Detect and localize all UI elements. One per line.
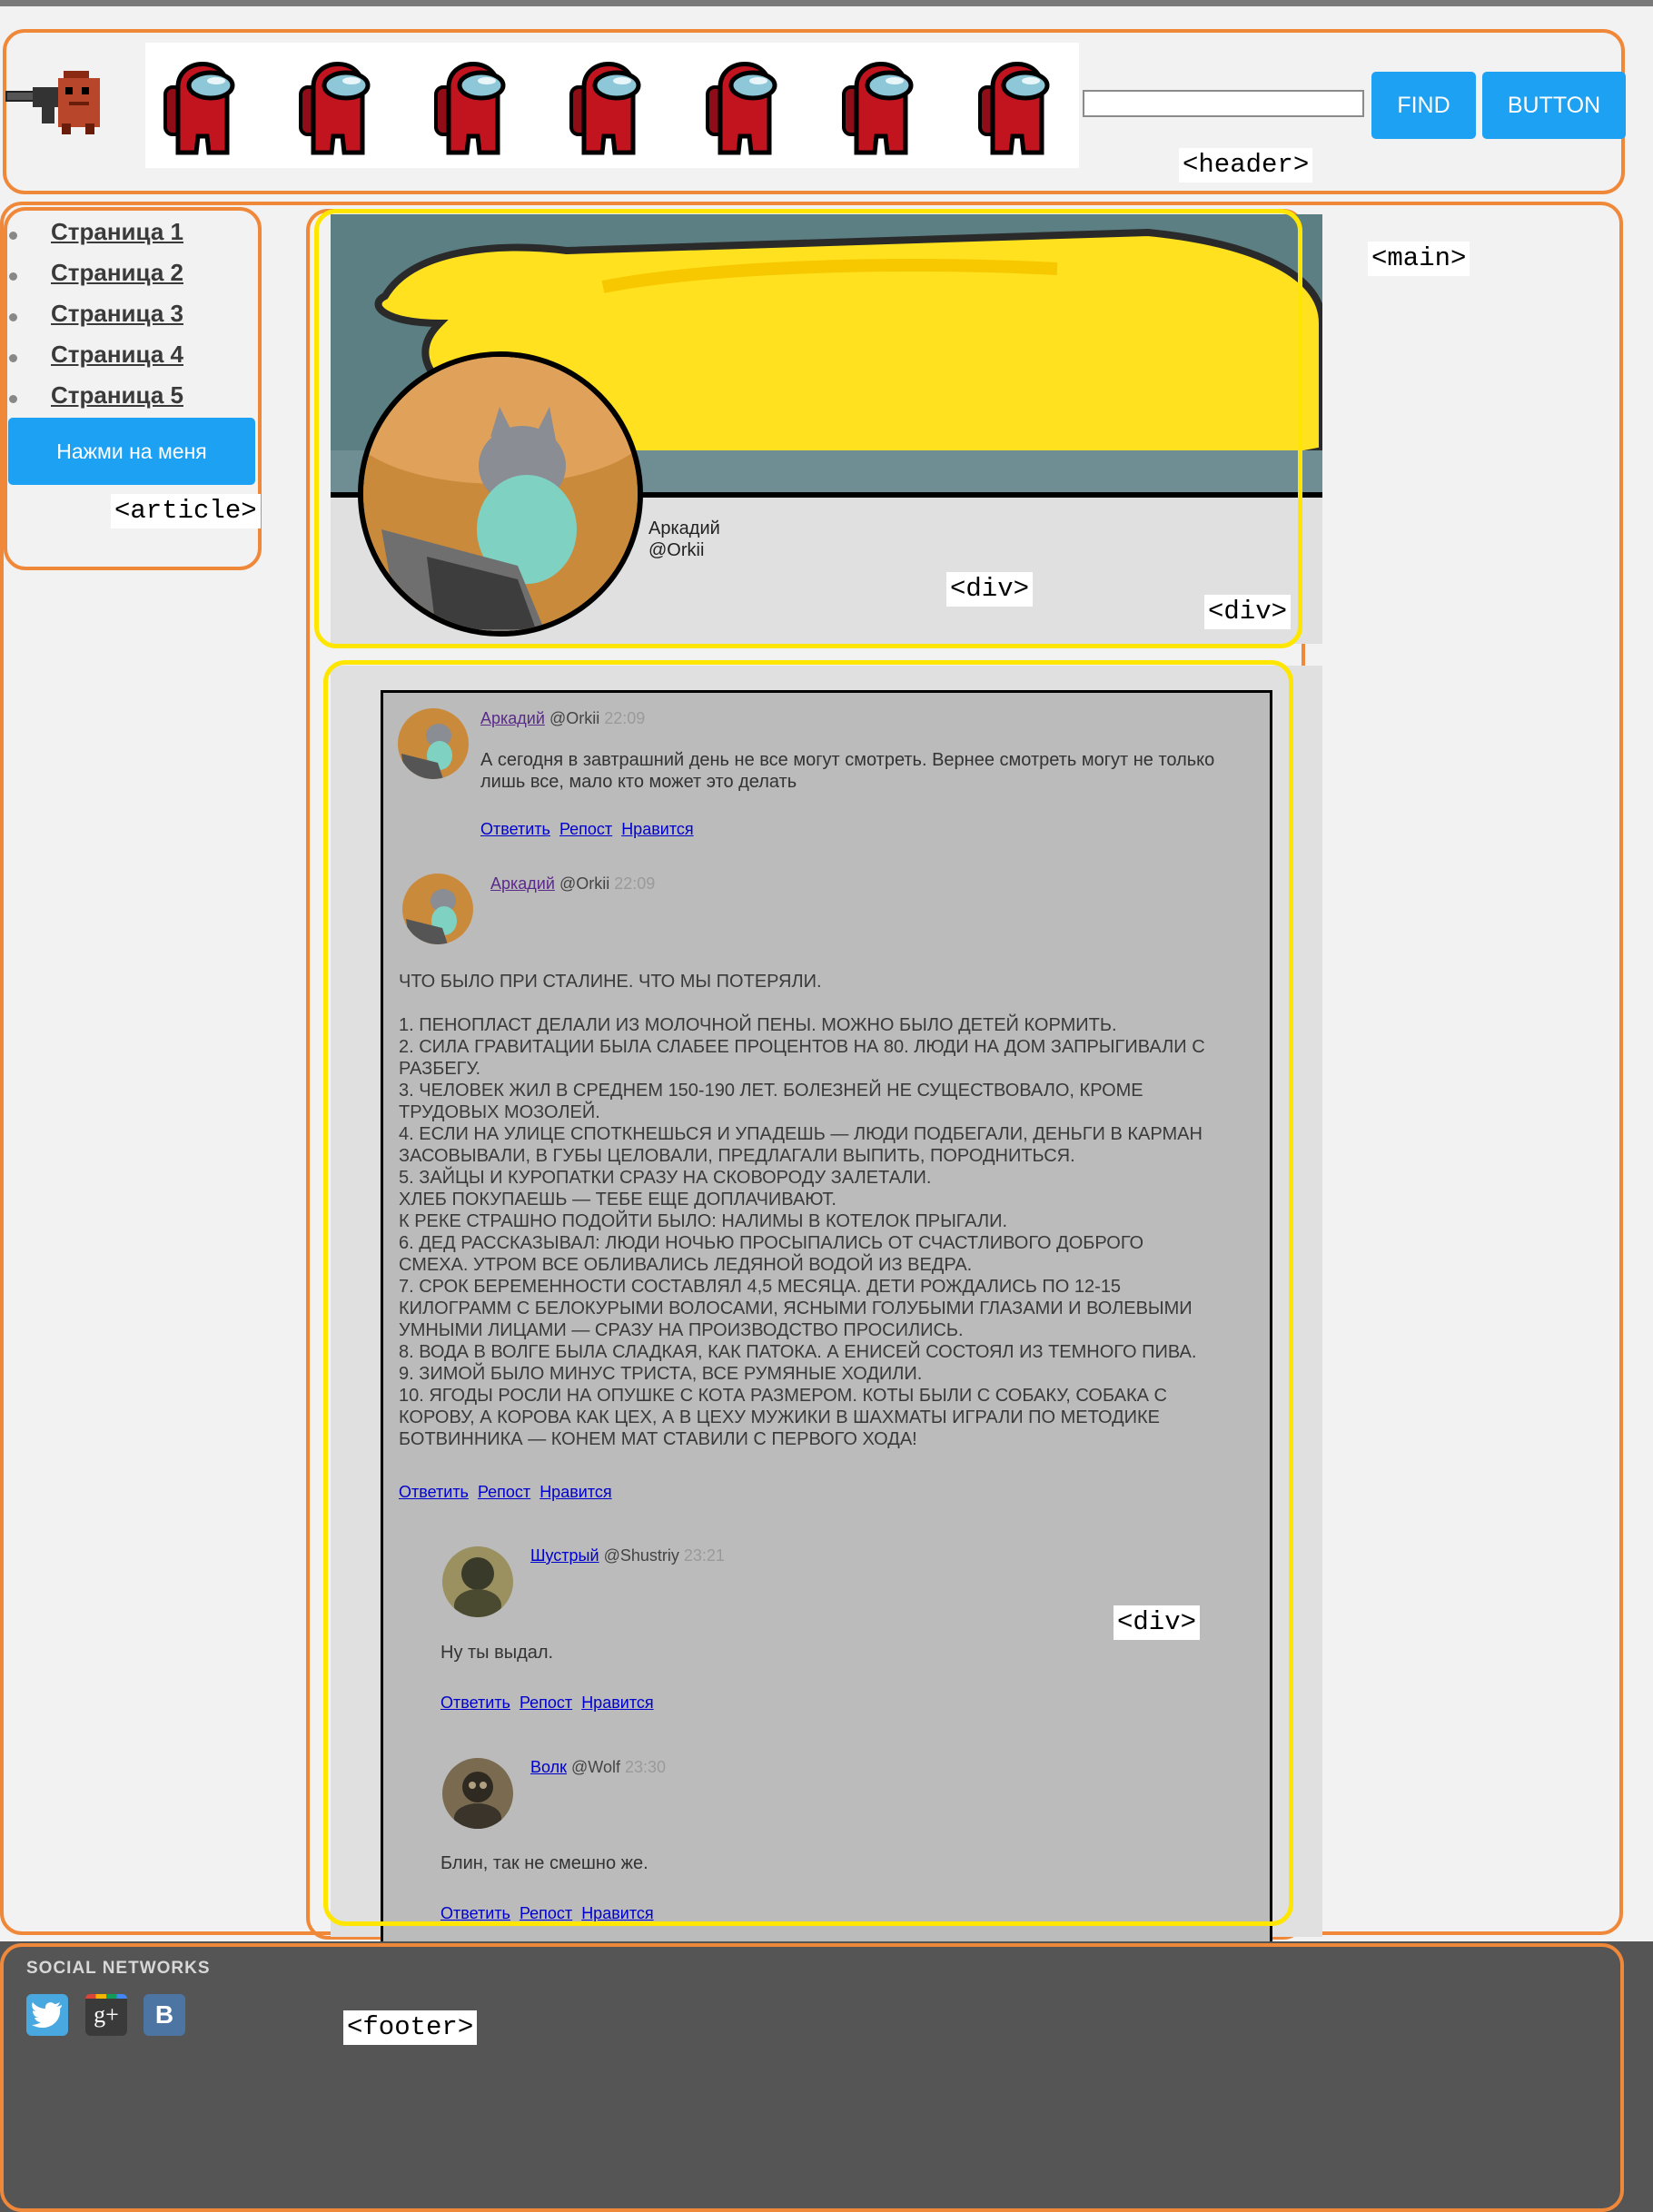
find-button[interactable]: FIND: [1371, 72, 1476, 139]
amongus-banner-strip: [145, 43, 1079, 168]
twitter-icon[interactable]: [26, 1994, 68, 2036]
profile-outer-div-tag: <div>: [1204, 595, 1292, 629]
bullet-icon: [9, 272, 17, 281]
crewmate-icon: [299, 62, 371, 155]
generic-button[interactable]: BUTTON: [1482, 72, 1626, 139]
header-tag-label: <header>: [1179, 148, 1313, 183]
bullet-icon: [9, 232, 17, 240]
profile-inner-div-tag: <div>: [946, 572, 1034, 607]
bullet-icon: [9, 313, 17, 321]
crewmate-icon: [569, 62, 641, 155]
crewmate-icon: [842, 62, 914, 155]
bullet-icon: [9, 354, 17, 362]
main-tag-label: <main>: [1368, 242, 1470, 276]
footer-tag-label: <footer>: [343, 2010, 478, 2045]
footer-outline: [0, 1943, 1624, 2212]
crewmate-icon: [434, 62, 506, 155]
sidebar-link[interactable]: Страница 2: [51, 259, 183, 287]
footer-title: SOCIAL NETWORKS: [26, 1959, 211, 1978]
sidebar-link[interactable]: Страница 4: [51, 341, 183, 369]
press-me-button[interactable]: Нажми на меня: [8, 418, 255, 485]
profile-div-outline: [314, 209, 1302, 648]
crewmate-icon: [706, 62, 777, 155]
feed-div-tag: <div>: [1114, 1605, 1201, 1640]
sidebar-link[interactable]: Страница 1: [51, 218, 183, 246]
search-input[interactable]: [1083, 90, 1364, 117]
crewmate-icon: [163, 62, 235, 155]
sidebar-link[interactable]: Страница 3: [51, 300, 183, 328]
bullet-icon: [9, 395, 17, 403]
gun-logo-image: [5, 71, 100, 134]
google-plus-icon[interactable]: g+: [85, 1994, 127, 2036]
crewmate-icon: [978, 62, 1050, 155]
vk-icon[interactable]: B: [144, 1994, 185, 2036]
sidebar-link[interactable]: Страница 5: [51, 381, 183, 410]
article-tag-label: <article>: [111, 494, 261, 528]
feed-div-outline: [323, 660, 1293, 1926]
top-bar: [0, 0, 1653, 6]
